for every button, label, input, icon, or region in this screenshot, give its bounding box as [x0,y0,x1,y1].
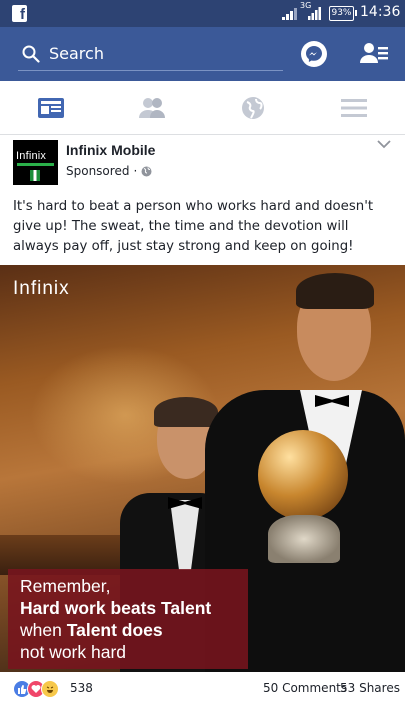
post-image[interactable]: Infinix Remember, Hard work beats Talent… [0,265,405,672]
left-person-hair [154,397,218,427]
separator-dot: · [133,164,138,178]
status-bar: f 3G 93% 14:36 [0,0,405,27]
globe-icon [241,97,264,119]
golden-ball-trophy [258,430,348,520]
reaction-count[interactable]: 538 [70,681,93,695]
top-navigation-bar [0,27,405,81]
cell-signal-icon [308,7,321,20]
tab-notifications[interactable] [202,81,303,135]
comments-count-link[interactable]: 50 Comments [263,681,347,695]
sponsored-line: Sponsored · [66,164,152,178]
news-feed-icon [37,98,64,118]
reaction-icons[interactable] [13,680,59,698]
clock: 14:36 [360,4,401,20]
promo-line-3: when Talent does [20,619,236,641]
post-header: Infinix Infinix Mobile Sponsored · [0,135,405,189]
infinix-logo: Infinix [13,278,70,299]
facebook-notification-icon: f [12,5,27,22]
tab-menu[interactable] [303,81,404,135]
search-bar[interactable] [18,37,283,71]
friends-icon [138,98,165,118]
page-name-link[interactable]: Infinix Mobile [66,142,155,158]
tab-news-feed[interactable] [0,81,101,135]
promo-line-3b: Talent does [66,620,163,640]
trophy-base [268,515,340,563]
post-text: It's hard to beat a person who works har… [13,199,374,254]
chevron-down-icon[interactable] [377,139,391,149]
tab-friends[interactable] [101,81,202,135]
avatar-green-bar [17,163,54,166]
promo-line-3a: when [20,620,67,640]
friend-requests-icon[interactable] [360,41,388,67]
hamburger-menu-icon [340,99,367,117]
public-globe-icon [141,166,152,176]
search-input[interactable] [49,44,269,63]
right-person-hair [296,273,374,309]
sponsored-post: Infinix Infinix Mobile Sponsored · It's … [0,135,405,698]
promo-line-2: Hard work beats Talent [20,598,212,618]
wifi-signal-icon [282,8,297,20]
reactions-bar: 538 50 Comments 53 Shares [0,677,405,702]
promo-line-1: Remember, [20,576,111,596]
battery-indicator: 93% [329,6,357,21]
page-avatar[interactable]: Infinix [13,140,58,185]
avatar-brand-text: Infinix [16,150,47,162]
nigeria-flag-icon [30,170,40,181]
promo-line-4: not work hard [20,642,127,662]
shares-count-link[interactable]: 53 Shares [340,681,400,695]
search-icon [22,45,40,63]
tab-bar [0,81,405,135]
messenger-button[interactable] [301,41,327,67]
messenger-icon [306,46,322,62]
promo-text-box: Remember, Hard work beats Talent when Ta… [8,569,248,669]
haha-reaction-icon [41,680,59,698]
sponsored-label[interactable]: Sponsored [66,164,129,178]
